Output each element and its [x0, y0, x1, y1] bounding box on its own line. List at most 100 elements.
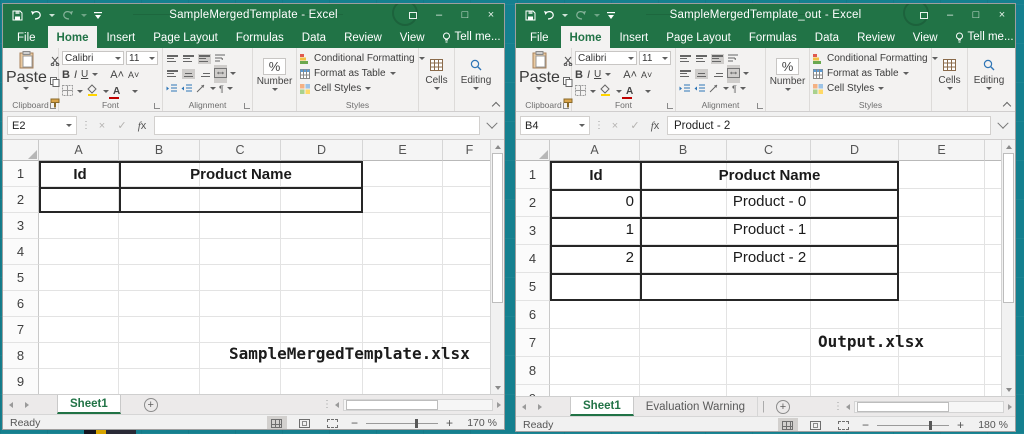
undo-dropdown-caret[interactable]	[562, 14, 568, 17]
fill-color-caret[interactable]	[103, 90, 109, 93]
tab-review[interactable]: Review	[335, 26, 391, 48]
decrease-indent-icon[interactable]	[679, 80, 691, 98]
horizontal-scrollbar[interactable]: ⋮	[322, 395, 504, 414]
cell-C7[interactable]	[200, 317, 281, 343]
tab-page-layout[interactable]: Page Layout	[144, 26, 227, 48]
decrease-font-icon[interactable]: A˅	[128, 70, 139, 80]
tab-formulas[interactable]: Formulas	[227, 26, 293, 48]
sheet-tab-evaluation-warning[interactable]: Evaluation Warning	[634, 397, 758, 416]
increase-font-icon[interactable]: A˄	[623, 69, 637, 81]
align-center-icon[interactable]	[182, 69, 195, 79]
sheet-nav-prev-icon[interactable]	[3, 395, 19, 414]
undo-icon[interactable]	[30, 10, 42, 20]
cell-E5[interactable]	[899, 273, 985, 301]
tab-data[interactable]: Data	[293, 26, 335, 48]
borders-caret[interactable]	[77, 90, 83, 93]
cell-C5[interactable]	[200, 265, 281, 291]
table-cell-B1[interactable]: Product Name	[121, 163, 361, 189]
cell-E2[interactable]	[899, 189, 985, 217]
cell-E9[interactable]	[899, 385, 985, 396]
row-header-4[interactable]: 4	[3, 239, 39, 265]
cell-E6[interactable]	[363, 291, 443, 317]
cell-E4[interactable]	[899, 245, 985, 273]
row-header-9[interactable]: 9	[516, 385, 550, 396]
cell-E9[interactable]	[363, 369, 443, 394]
cell-E1[interactable]	[899, 161, 985, 189]
borders-caret[interactable]	[590, 90, 596, 93]
tab-formulas[interactable]: Formulas	[740, 26, 806, 48]
zoom-level[interactable]: 180 %	[972, 419, 1008, 431]
cell-E3[interactable]	[899, 217, 985, 245]
normal-view-icon[interactable]	[778, 418, 798, 432]
cell-E1[interactable]	[363, 161, 443, 187]
orientation-caret[interactable]	[723, 87, 729, 90]
cell-B6[interactable]	[640, 301, 727, 329]
number-format-button[interactable]: % Number	[769, 51, 806, 97]
cell-B9[interactable]	[640, 385, 727, 396]
cell-F4[interactable]	[443, 239, 497, 265]
middle-align-icon[interactable]	[695, 54, 708, 64]
scroll-left-icon[interactable]	[846, 404, 850, 410]
tab-page-layout[interactable]: Page Layout	[657, 26, 740, 48]
tab-data[interactable]: Data	[806, 26, 848, 48]
decrease-indent-icon[interactable]	[166, 80, 178, 98]
vertical-scrollbar[interactable]	[490, 140, 504, 394]
cell-F7[interactable]	[443, 317, 497, 343]
cell-A9[interactable]	[550, 385, 640, 396]
table-cell-B2[interactable]	[121, 187, 361, 213]
underline-caret[interactable]	[605, 73, 611, 76]
align-left-icon[interactable]	[166, 69, 179, 79]
column-header-C[interactable]: C	[727, 140, 811, 161]
editing-button[interactable]: Editing	[971, 51, 1007, 97]
save-icon[interactable]	[525, 10, 536, 21]
orientation-caret[interactable]	[210, 87, 216, 90]
cell-E7[interactable]	[363, 317, 443, 343]
ribbon-display-options-icon[interactable]	[400, 4, 426, 26]
row-header-5[interactable]: 5	[3, 265, 39, 291]
font-dialog-launcher[interactable]	[667, 103, 673, 109]
page-layout-view-icon[interactable]	[806, 418, 826, 432]
tell-me-box[interactable]: Tell me...	[947, 26, 1016, 48]
paragraph-icon[interactable]: ¶	[732, 84, 737, 94]
column-header-A[interactable]: A	[550, 140, 640, 161]
merge-center-icon[interactable]	[214, 65, 227, 83]
enter-icon[interactable]: ✓	[114, 119, 130, 132]
format-as-table-button[interactable]: Format as Table	[813, 66, 928, 81]
table-cell-A4[interactable]: 2	[552, 245, 640, 273]
new-sheet-button[interactable]: +	[137, 395, 165, 414]
table-cell-A3[interactable]: 1	[552, 217, 640, 245]
font-size-select[interactable]: 11	[639, 51, 671, 65]
formula-bar-expand-icon[interactable]	[486, 117, 497, 128]
zoom-in-icon[interactable]: +	[446, 418, 453, 428]
cell-A7[interactable]	[39, 317, 119, 343]
scroll-down-icon[interactable]	[1002, 383, 1015, 396]
row-header-4[interactable]: 4	[516, 245, 550, 273]
select-all-button[interactable]	[3, 140, 39, 161]
table-cell-B4[interactable]: Product - 2	[642, 245, 897, 273]
maximize-icon[interactable]: □	[963, 4, 989, 26]
tab-view[interactable]: View	[391, 26, 434, 48]
table-cell-A1[interactable]: Id	[552, 163, 640, 191]
cell-B3[interactable]	[119, 213, 200, 239]
zoom-in-icon[interactable]: +	[957, 420, 964, 430]
paragraph-caret[interactable]	[740, 87, 746, 90]
close-icon[interactable]: ×	[989, 4, 1015, 26]
cell-D9[interactable]	[811, 385, 899, 396]
zoom-slider[interactable]	[877, 425, 949, 426]
paragraph-caret[interactable]	[227, 87, 233, 90]
cell-D4[interactable]	[281, 239, 363, 265]
row-header-8[interactable]: 8	[3, 343, 39, 369]
cell-F6[interactable]	[443, 291, 497, 317]
table-cell-B5[interactable]	[642, 273, 897, 301]
cell-F9[interactable]	[443, 369, 497, 394]
orientation-icon[interactable]	[196, 80, 207, 98]
cell-C6[interactable]	[727, 301, 811, 329]
tab-home[interactable]: Home	[561, 26, 611, 48]
middle-align-icon[interactable]	[182, 54, 195, 64]
scroll-up-icon[interactable]	[1002, 140, 1015, 153]
row-header-2[interactable]: 2	[3, 187, 39, 213]
paragraph-icon[interactable]: ¶	[219, 84, 224, 94]
fill-color-icon[interactable]	[600, 84, 612, 99]
sheet-nav-next-icon[interactable]	[19, 395, 35, 414]
sheet-nav-prev-icon[interactable]	[516, 397, 532, 416]
